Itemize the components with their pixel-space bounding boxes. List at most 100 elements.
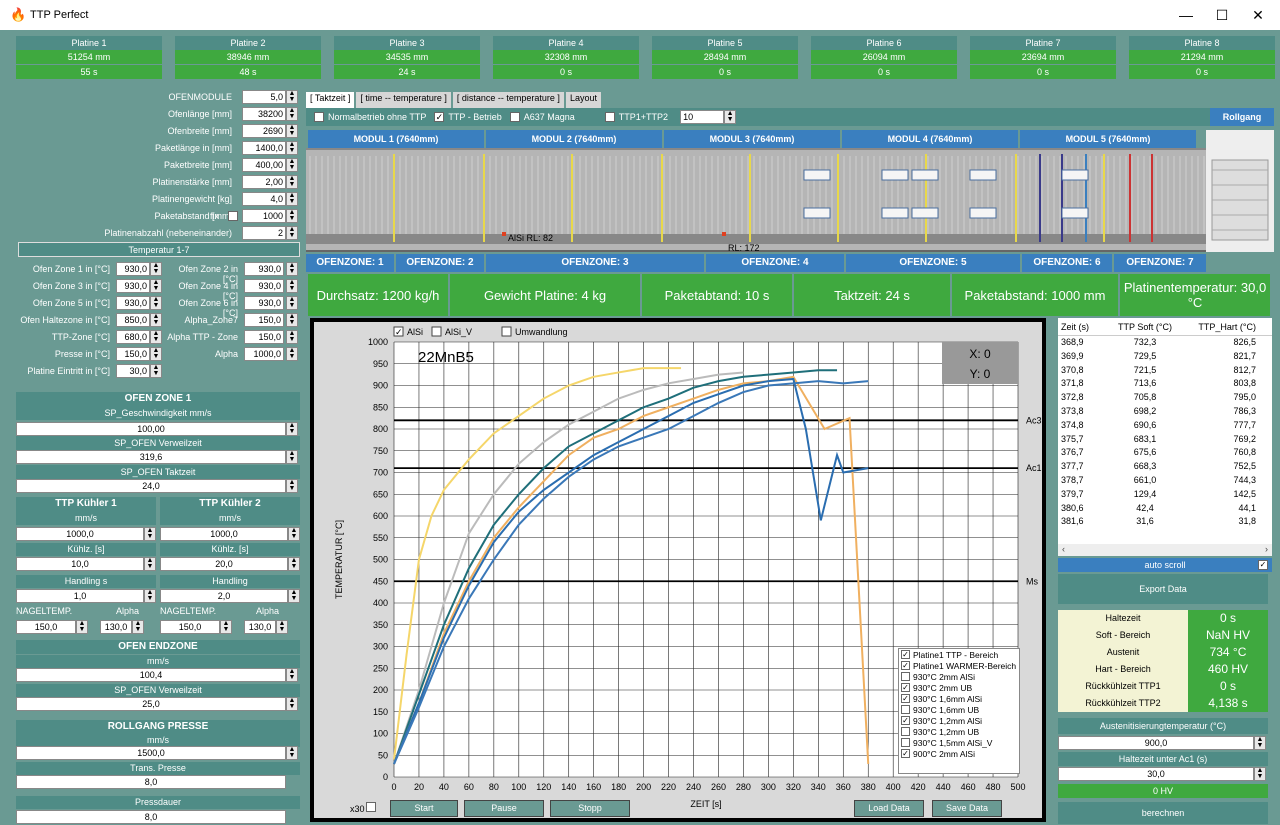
legend-checkbox[interactable]: ✓ (901, 694, 910, 703)
kuehler1-kuehlz-input[interactable]: 10,0 (16, 557, 144, 571)
tab-time-temperature[interactable]: [ time -- temperature ] (356, 92, 451, 108)
zone-right-spinner[interactable]: ▲ ▼ (286, 347, 298, 361)
berechnen-button[interactable]: berechnen (1058, 802, 1268, 824)
legend-checkbox[interactable]: ✓ (901, 716, 910, 725)
ofen-param-input[interactable]: 5,0 (242, 90, 286, 104)
ttp-betrieb-checkbox[interactable]: ✓ (434, 112, 445, 122)
endzone-verweil-input-spinner[interactable]: ▲ ▼ (286, 697, 298, 711)
ofen-param-input[interactable]: 2,00 (242, 175, 286, 189)
legend-checkbox[interactable]: ✓ (901, 749, 910, 758)
zone-left-input[interactable]: 680,0 (116, 330, 150, 344)
zone-right-spinner[interactable]: ▲ ▼ (286, 279, 298, 293)
zone-left-spinner[interactable]: ▲ ▼ (150, 262, 162, 276)
trans-presse-input[interactable]: 8,0 (16, 775, 286, 789)
zone-right-input[interactable]: 1000,0 (244, 347, 284, 361)
nagel-spinner[interactable]: ▲ ▼ (76, 620, 88, 634)
export-data-button[interactable]: Export Data (1058, 574, 1268, 604)
table-hscrollbar[interactable]: ‹ › (1058, 544, 1272, 556)
data-table[interactable]: Zeit (s) TTP Soft (°C) TTP_Hart (°C) 368… (1058, 318, 1272, 556)
zone-right-spinner[interactable]: ▲ ▼ (286, 330, 298, 344)
legend-item[interactable]: 930°C 1,6mm UB (899, 704, 1019, 715)
ofen-param-spinner[interactable]: ▲ ▼ (286, 158, 298, 172)
nagel-input[interactable]: 150,0 (16, 620, 76, 634)
save-button[interactable]: Save Data (932, 800, 1002, 817)
zone-left-spinner[interactable]: ▲ ▼ (150, 364, 162, 378)
geschw-input[interactable]: 100,00 (16, 422, 286, 436)
x30-checkbox[interactable] (366, 802, 376, 812)
aust-spinner[interactable]: ▲ ▼ (1254, 736, 1266, 750)
endzone-speed-input[interactable]: 100,4 (16, 668, 286, 682)
load-button[interactable]: Load Data (854, 800, 924, 817)
nagel-input[interactable]: 130,0 (100, 620, 132, 634)
legend-checkbox[interactable] (901, 705, 910, 714)
ofen-param-input[interactable]: 400,00 (242, 158, 286, 172)
kuehler1-kuehlz-spinner[interactable]: ▲ ▼ (144, 557, 156, 571)
zone-right-input[interactable]: 930,0 (244, 296, 284, 310)
halte-ac1-spinner[interactable]: ▲ ▼ (1254, 767, 1266, 781)
tab-taktzeit[interactable]: [ Taktzeit ] (306, 92, 355, 108)
kuehler2-kuehlz-spinner[interactable]: ▲ ▼ (288, 557, 300, 571)
ofen-param-spinner[interactable]: ▲ ▼ (286, 192, 298, 206)
legend-item[interactable]: 930°C 2mm AlSi (899, 671, 1019, 682)
ofen-param-spinner[interactable]: ▲ ▼ (286, 141, 298, 155)
geschw-input-spinner[interactable]: ▲ ▼ (286, 422, 298, 436)
ofen-param-input[interactable]: 2 (242, 226, 286, 240)
kuehler1-handling-spinner[interactable]: ▲ ▼ (144, 589, 156, 603)
tab-layout[interactable]: Layout (565, 92, 601, 108)
zone-left-spinner[interactable]: ▲ ▼ (150, 279, 162, 293)
halte-ac1-input[interactable]: 30,0 (1058, 767, 1254, 781)
zone-right-input[interactable]: 150,0 (244, 313, 284, 327)
stopp-button[interactable]: Stopp (550, 800, 630, 817)
nagel-spinner[interactable]: ▲ ▼ (276, 620, 288, 634)
normalbetrieb-checkbox[interactable] (314, 112, 324, 122)
zone-left-spinner[interactable]: ▲ ▼ (150, 347, 162, 361)
close-button[interactable]: ✕ (1240, 0, 1276, 30)
kuehler2-speed-spinner[interactable]: ▲ ▼ (288, 527, 300, 541)
legend-item[interactable]: ✓ 900°C 2mm AlSi (899, 748, 1019, 759)
ofen-param-spinner[interactable]: ▲ ▼ (286, 107, 298, 121)
nagel-input[interactable]: 150,0 (160, 620, 220, 634)
legend-item[interactable]: 930°C 1,2mm UB (899, 726, 1019, 737)
kuehler1-speed-spinner[interactable]: ▲ ▼ (144, 527, 156, 541)
zone-right-input[interactable]: 930,0 (244, 262, 284, 276)
zone-left-input[interactable]: 930,0 (116, 262, 150, 276)
zone-left-spinner[interactable]: ▲ ▼ (150, 330, 162, 344)
kuehler2-handling-spinner[interactable]: ▲ ▼ (288, 589, 300, 603)
ofen-param-spinner[interactable]: ▲ ▼ (286, 90, 298, 104)
zone-right-input[interactable]: 930,0 (244, 279, 284, 293)
nagel-spinner[interactable]: ▲ ▼ (220, 620, 232, 634)
rollgang-speed-input-spinner[interactable]: ▲ ▼ (286, 746, 298, 760)
legend-item[interactable]: ✓ 930°C 1,6mm AlSi (899, 693, 1019, 704)
ofen-param-input[interactable]: 2690 (242, 124, 286, 138)
maximize-button[interactable]: ☐ (1204, 0, 1240, 30)
legend-item[interactable]: ✓ Platine1 WARMER-Bereich (899, 660, 1019, 671)
legend-checkbox[interactable]: ✓ (901, 650, 910, 659)
aust-input[interactable]: 900,0 (1058, 736, 1254, 750)
rollgang-speed-input[interactable]: 1500,0 (16, 746, 286, 760)
ttp-count-input[interactable]: 10 (680, 110, 725, 124)
takt-input[interactable]: 24,0 (16, 479, 286, 493)
ttp12-checkbox[interactable] (604, 112, 615, 122)
legend-item[interactable]: ✓ 930°C 1,2mm AlSi (899, 715, 1019, 726)
endzone-verweil-input[interactable]: 25,0 (16, 697, 286, 711)
legend-item[interactable]: ✓ Platine1 TTP - Bereich (899, 649, 1019, 660)
legend-checkbox[interactable]: ✓ (901, 661, 910, 670)
takt-input-spinner[interactable]: ▲ ▼ (286, 479, 298, 493)
pause-button[interactable]: Pause (464, 800, 544, 817)
ofen-param-spinner[interactable]: ▲ ▼ (286, 209, 298, 223)
ofen-param-input[interactable]: 1400,0 (242, 141, 286, 155)
nagel-input[interactable]: 130,0 (244, 620, 276, 634)
ofen-param-input[interactable]: 38200 (242, 107, 286, 121)
legend-checkbox[interactable] (901, 672, 910, 681)
nagel-spinner[interactable]: ▲ ▼ (132, 620, 144, 634)
kuehler1-speed-input[interactable]: 1000,0 (16, 527, 144, 541)
start-button[interactable]: Start (390, 800, 458, 817)
ofen-param-input[interactable]: 1000 (242, 209, 286, 223)
ofen-param-spinner[interactable]: ▲ ▼ (286, 175, 298, 189)
zone-left-input[interactable]: 930,0 (116, 296, 150, 310)
zone-left-input[interactable]: 930,0 (116, 279, 150, 293)
zone-right-spinner[interactable]: ▲ ▼ (286, 262, 298, 276)
ttp-count-spinner[interactable]: ▲ ▼ (724, 110, 737, 124)
zone-right-spinner[interactable]: ▲ ▼ (286, 296, 298, 310)
legend-item[interactable]: 930°C 1,5mm AlSi_V (899, 737, 1019, 748)
